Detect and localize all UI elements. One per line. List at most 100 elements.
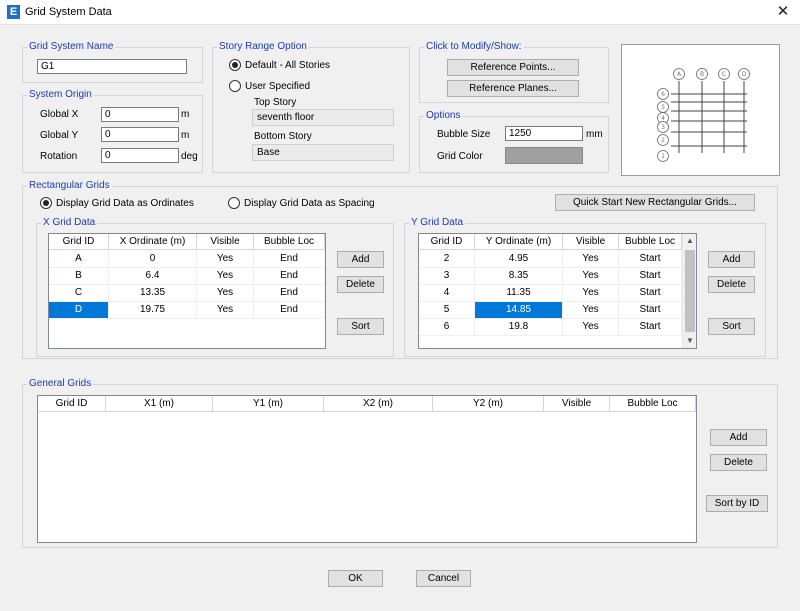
scroll-down-icon[interactable]: ▼ (682, 334, 696, 348)
x-cell-ordinate[interactable]: 0 (109, 251, 197, 268)
x-cell-bubble[interactable]: End (254, 302, 325, 319)
close-icon[interactable]: ✕ (773, 2, 793, 22)
table-row[interactable]: D 19.75 Yes End (49, 302, 325, 319)
gen-col-x2[interactable]: X2 (m) (324, 396, 433, 412)
y-cell-id[interactable]: 4 (419, 285, 475, 302)
gen-col-bubble-loc[interactable]: Bubble Loc (610, 396, 696, 412)
general-grids-table[interactable]: Grid ID X1 (m) Y1 (m) X2 (m) Y2 (m) Visi… (37, 395, 697, 543)
y-cell-ordinate[interactable]: 19.8 (475, 319, 563, 336)
global-y-input[interactable]: 0 (101, 127, 179, 142)
table-row[interactable]: C 13.35 Yes End (49, 285, 325, 302)
y-delete-button[interactable]: Delete (708, 276, 755, 293)
display-spacing-radio[interactable] (228, 197, 240, 209)
reference-planes-button[interactable]: Reference Planes... (447, 80, 579, 97)
rotation-input[interactable]: 0 (101, 148, 179, 163)
display-ordinates-label[interactable]: Display Grid Data as Ordinates (56, 198, 194, 210)
x-cell-ordinate[interactable]: 6.4 (109, 268, 197, 285)
y-cell-bubble[interactable]: Start (619, 251, 682, 268)
gen-col-x1[interactable]: X1 (m) (106, 396, 213, 412)
y-cell-visible[interactable]: Yes (563, 251, 619, 268)
cancel-button[interactable]: Cancel (416, 570, 471, 587)
story-user-label[interactable]: User Specified (245, 81, 310, 93)
y-cell-bubble[interactable]: Start (619, 319, 682, 336)
x-col-grid-id[interactable]: Grid ID (49, 234, 109, 250)
x-col-ordinate[interactable]: X Ordinate (m) (109, 234, 197, 250)
y-cell-id[interactable]: 6 (419, 319, 475, 336)
table-row[interactable]: 3 8.35 Yes Start (419, 268, 682, 285)
display-spacing-label[interactable]: Display Grid Data as Spacing (244, 198, 375, 210)
window-title: Grid System Data (25, 6, 112, 18)
x-cell-bubble[interactable]: End (254, 268, 325, 285)
global-x-label: Global X (40, 109, 79, 120)
story-default-label[interactable]: Default - All Stories (245, 60, 330, 72)
x-col-bubble-loc[interactable]: Bubble Loc (254, 234, 325, 250)
table-row[interactable]: 5 14.85 Yes Start (419, 302, 682, 319)
x-cell-id[interactable]: C (49, 285, 109, 302)
y-col-bubble-loc[interactable]: Bubble Loc (619, 234, 682, 250)
x-cell-bubble[interactable]: End (254, 285, 325, 302)
x-sort-button[interactable]: Sort (337, 318, 384, 335)
global-x-input[interactable]: 0 (101, 107, 179, 122)
x-cell-visible[interactable]: Yes (197, 285, 254, 302)
y-col-ordinate[interactable]: Y Ordinate (m) (475, 234, 563, 250)
quick-start-button[interactable]: Quick Start New Rectangular Grids... (555, 194, 755, 211)
x-cell-id[interactable]: A (49, 251, 109, 268)
y-cell-bubble[interactable]: Start (619, 285, 682, 302)
story-range-label: Story Range Option (217, 41, 309, 53)
table-row[interactable]: 6 19.8 Yes Start (419, 319, 682, 336)
y-cell-ordinate[interactable]: 4.95 (475, 251, 563, 268)
x-cell-visible[interactable]: Yes (197, 268, 254, 285)
x-cell-visible[interactable]: Yes (197, 302, 254, 319)
x-grid-table[interactable]: Grid ID X Ordinate (m) Visible Bubble Lo… (48, 233, 326, 349)
grid-system-name-input[interactable]: G1 (37, 59, 187, 74)
x-add-button[interactable]: Add (337, 251, 384, 268)
general-delete-button[interactable]: Delete (710, 454, 767, 471)
table-row[interactable]: B 6.4 Yes End (49, 268, 325, 285)
y-cell-id[interactable]: 3 (419, 268, 475, 285)
gen-col-visible[interactable]: Visible (544, 396, 610, 412)
x-cell-id[interactable]: B (49, 268, 109, 285)
scroll-thumb[interactable] (685, 250, 695, 332)
y-cell-bubble[interactable]: Start (619, 268, 682, 285)
y-cell-visible[interactable]: Yes (563, 319, 619, 336)
general-add-button[interactable]: Add (710, 429, 767, 446)
y-sort-button[interactable]: Sort (708, 318, 755, 335)
y-col-visible[interactable]: Visible (563, 234, 619, 250)
y-cell-visible[interactable]: Yes (563, 285, 619, 302)
x-cell-ordinate[interactable]: 13.35 (109, 285, 197, 302)
x-cell-id-selected[interactable]: D (49, 302, 109, 319)
gen-col-y1[interactable]: Y1 (m) (213, 396, 324, 412)
y-cell-id[interactable]: 5 (419, 302, 475, 319)
general-sort-by-id-button[interactable]: Sort by ID (706, 495, 768, 512)
y-cell-ordinate[interactable]: 8.35 (475, 268, 563, 285)
y-col-grid-id[interactable]: Grid ID (419, 234, 475, 250)
table-row[interactable]: 4 11.35 Yes Start (419, 285, 682, 302)
rotation-unit: deg (181, 151, 198, 162)
y-cell-id[interactable]: 2 (419, 251, 475, 268)
story-user-radio[interactable] (229, 80, 241, 92)
y-grid-table[interactable]: Grid ID Y Ordinate (m) Visible Bubble Lo… (418, 233, 697, 349)
table-row[interactable]: 2 4.95 Yes Start (419, 251, 682, 268)
x-delete-button[interactable]: Delete (337, 276, 384, 293)
y-cell-visible[interactable]: Yes (563, 302, 619, 319)
x-cell-ordinate[interactable]: 19.75 (109, 302, 197, 319)
gen-col-grid-id[interactable]: Grid ID (38, 396, 106, 412)
grid-color-swatch[interactable] (505, 147, 583, 164)
y-cell-visible[interactable]: Yes (563, 268, 619, 285)
y-grid-scrollbar[interactable]: ▲ ▼ (682, 234, 696, 348)
scroll-up-icon[interactable]: ▲ (682, 234, 696, 248)
y-cell-bubble[interactable]: Start (619, 302, 682, 319)
gen-col-y2[interactable]: Y2 (m) (433, 396, 544, 412)
table-row[interactable]: A 0 Yes End (49, 251, 325, 268)
reference-points-button[interactable]: Reference Points... (447, 59, 579, 76)
x-col-visible[interactable]: Visible (197, 234, 254, 250)
ok-button[interactable]: OK (328, 570, 383, 587)
x-cell-bubble[interactable]: End (254, 251, 325, 268)
y-cell-ordinate[interactable]: 11.35 (475, 285, 563, 302)
y-add-button[interactable]: Add (708, 251, 755, 268)
display-ordinates-radio[interactable] (40, 197, 52, 209)
y-cell-ordinate-selected[interactable]: 14.85 (475, 302, 563, 319)
bubble-size-input[interactable]: 1250 (505, 126, 583, 141)
story-default-radio[interactable] (229, 59, 241, 71)
x-cell-visible[interactable]: Yes (197, 251, 254, 268)
